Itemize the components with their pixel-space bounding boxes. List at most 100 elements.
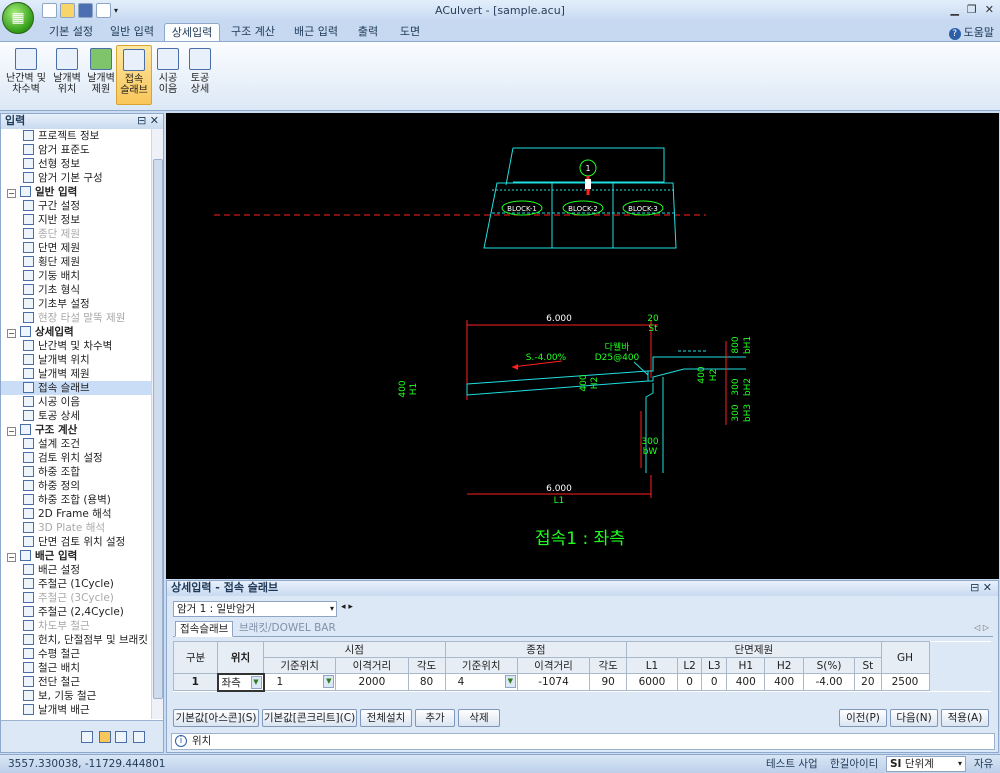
tree-item[interactable]: 철근 배치	[1, 661, 151, 675]
tree-item[interactable]: 단면 제원	[1, 241, 151, 255]
tab-structural-calc[interactable]: 구조 계산	[222, 23, 284, 42]
tree-item[interactable]: 하중 조합 (용벽)	[1, 493, 151, 507]
export-icon[interactable]	[133, 731, 145, 743]
prev-button[interactable]: 이전(P)	[839, 709, 887, 727]
unit-system-select[interactable]: SI 단위계 ▾	[886, 756, 966, 772]
next-button[interactable]: 다음(N)	[890, 709, 938, 727]
tree-item[interactable]: 전단 철근	[1, 675, 151, 689]
delete-button[interactable]: 삭제	[458, 709, 500, 727]
gh-cell[interactable]: 2500	[880, 673, 930, 691]
tree-item[interactable]: 프로젝트 정보	[1, 129, 151, 143]
collapse-icon[interactable]: −	[7, 427, 16, 436]
tree-item[interactable]: 지반 정보	[1, 213, 151, 227]
position-select[interactable]: 좌측 ▼	[216, 672, 265, 692]
chevron-down-icon[interactable]: ▾	[330, 602, 334, 616]
tree-item[interactable]: 현장 타설 말뚝 제원	[1, 311, 151, 325]
end-dist-cell[interactable]: -1074	[516, 673, 591, 691]
tree-item[interactable]: 기둥 배치	[1, 269, 151, 283]
tree-group[interactable]: − 배근 입력	[1, 549, 151, 563]
h2-cell[interactable]: 400	[764, 673, 804, 691]
tree-item[interactable]: 설계 조건	[1, 437, 151, 451]
text-icon[interactable]	[115, 731, 127, 743]
tree-item[interactable]: 주철근 (2,4Cycle)	[1, 605, 151, 619]
scroll-thumb[interactable]	[153, 159, 163, 699]
tree-group[interactable]: − 일반 입력	[1, 185, 151, 199]
l2-cell[interactable]: 0	[676, 673, 703, 691]
minimize-icon[interactable]: ▁	[950, 3, 958, 16]
tab-general-input[interactable]: 일반 입력	[102, 23, 162, 42]
l1-cell[interactable]: 6000	[626, 673, 678, 691]
wingwall-position-button[interactable]: 날개벽 위치	[49, 45, 85, 105]
tree-view-icon[interactable]	[81, 731, 93, 743]
chevron-down-icon[interactable]: ▼	[504, 675, 516, 688]
start-dist-cell[interactable]: 2000	[335, 673, 409, 691]
drawing-canvas[interactable]: BLOCK-1 BLOCK-2 BLOCK-3 1 6.000 20 St S.…	[166, 113, 999, 579]
add-button[interactable]: 추가	[415, 709, 455, 727]
tab-approach-slab[interactable]: 접속슬래브	[175, 621, 234, 637]
tree-item[interactable]: 3D Plate 해석	[1, 521, 151, 535]
wingwall-spec-button[interactable]: 날개벽 제원	[83, 45, 119, 105]
approach-slab-button[interactable]: 접속 슬래브	[116, 45, 152, 105]
l3-cell[interactable]: 0	[701, 673, 728, 691]
h1-cell[interactable]: 400	[726, 673, 766, 691]
tab-detail-input[interactable]: 상세입력	[164, 23, 220, 42]
prev-culvert-icon[interactable]: ◂	[341, 602, 346, 612]
tree-item[interactable]: 배근 설정	[1, 563, 151, 577]
help-button[interactable]: ? 도움말	[948, 24, 994, 40]
table-row[interactable]: 1 좌측 ▼ 1 ▼ 2000 80 4 ▼ -1074 90 6000 0 0 40…	[173, 672, 991, 692]
tree-item[interactable]: 기초 형식	[1, 283, 151, 297]
slope-cell[interactable]: -4.00	[802, 673, 856, 691]
start-angle-cell[interactable]: 80	[407, 673, 446, 691]
close-icon[interactable]: ✕	[985, 3, 994, 16]
tab-basic-settings[interactable]: 기본 설정	[40, 23, 102, 42]
tree-item[interactable]: 날개벽 제원	[1, 367, 151, 381]
tree-item[interactable]: 난간벽 및 차수벽	[1, 339, 151, 353]
tree-item[interactable]: 횡단 제원	[1, 255, 151, 269]
tree-item[interactable]: 기초부 설정	[1, 297, 151, 311]
next-culvert-icon[interactable]: ▸	[348, 602, 353, 612]
tree-item[interactable]: 날개벽 위치	[1, 353, 151, 367]
tree-group[interactable]: − 상세입력	[1, 325, 151, 339]
tree-item[interactable]: 주철근 (3Cycle)	[1, 591, 151, 605]
pin-close-icon[interactable]: ⊟ ✕	[137, 114, 159, 128]
default-asphalt-button[interactable]: 기본값[아스콘](S)	[173, 709, 259, 727]
tab-pager-icon[interactable]: ◁ ▷	[974, 623, 989, 632]
tree-item[interactable]: 주철근 (1Cycle)	[1, 577, 151, 591]
construction-joint-button[interactable]: 시공 이음	[150, 45, 186, 105]
chevron-down-icon[interactable]: ▾	[958, 757, 962, 771]
install-all-button[interactable]: 전체설치	[360, 709, 412, 727]
tree-item[interactable]: 토공 상세	[1, 409, 151, 423]
end-ref-select[interactable]: 4 ▼	[444, 673, 518, 691]
tree-item[interactable]: 헌치, 단절점부 및 브래킷	[1, 633, 151, 647]
restore-icon[interactable]: ❐	[967, 3, 977, 16]
tree-item[interactable]: 하중 조합	[1, 465, 151, 479]
end-angle-cell[interactable]: 90	[589, 673, 628, 691]
default-concrete-button[interactable]: 기본값[콘크리트](C)	[262, 709, 357, 727]
tree-item[interactable]: 하중 정의	[1, 479, 151, 493]
tree-item[interactable]: 선형 정보	[1, 157, 151, 171]
tab-bracket-dowel[interactable]: 브래킷/DOWEL BAR	[235, 621, 340, 637]
collapse-icon[interactable]: −	[7, 189, 16, 198]
tab-rebar-input[interactable]: 배근 입력	[286, 23, 346, 42]
tree-item[interactable]: 차도부 철근	[1, 619, 151, 633]
tree-group[interactable]: − 구조 계산	[1, 423, 151, 437]
apply-button[interactable]: 적용(A)	[941, 709, 989, 727]
tree-item[interactable]: 단면 검토 위치 설정	[1, 535, 151, 549]
collapse-icon[interactable]: −	[7, 553, 16, 562]
pin-close-icon[interactable]: ⊟ ✕	[970, 581, 992, 595]
app-menu-button[interactable]: ▦	[2, 2, 34, 34]
st-cell[interactable]: 20	[854, 673, 882, 691]
chevron-down-icon[interactable]: ▼	[323, 675, 335, 688]
tree-item[interactable]: 시공 이음	[1, 395, 151, 409]
parapet-cutoff-wall-button[interactable]: 난간벽 및 차수벽	[4, 45, 48, 105]
tree-item[interactable]: 보, 기둥 철근	[1, 689, 151, 703]
collapse-icon[interactable]: −	[7, 329, 16, 338]
start-ref-select[interactable]: 1 ▼	[262, 673, 337, 691]
tree-item[interactable]: 날개벽 배근	[1, 703, 151, 717]
layer-icon[interactable]	[99, 731, 111, 743]
tree-item[interactable]: 2D Frame 해석	[1, 507, 151, 521]
tree-item[interactable]: 암거 기본 구성	[1, 171, 151, 185]
tab-drawing[interactable]: 도면	[390, 23, 430, 42]
tree-item[interactable]: 검토 위치 설정	[1, 451, 151, 465]
tree-item[interactable]: 암거 표준도	[1, 143, 151, 157]
